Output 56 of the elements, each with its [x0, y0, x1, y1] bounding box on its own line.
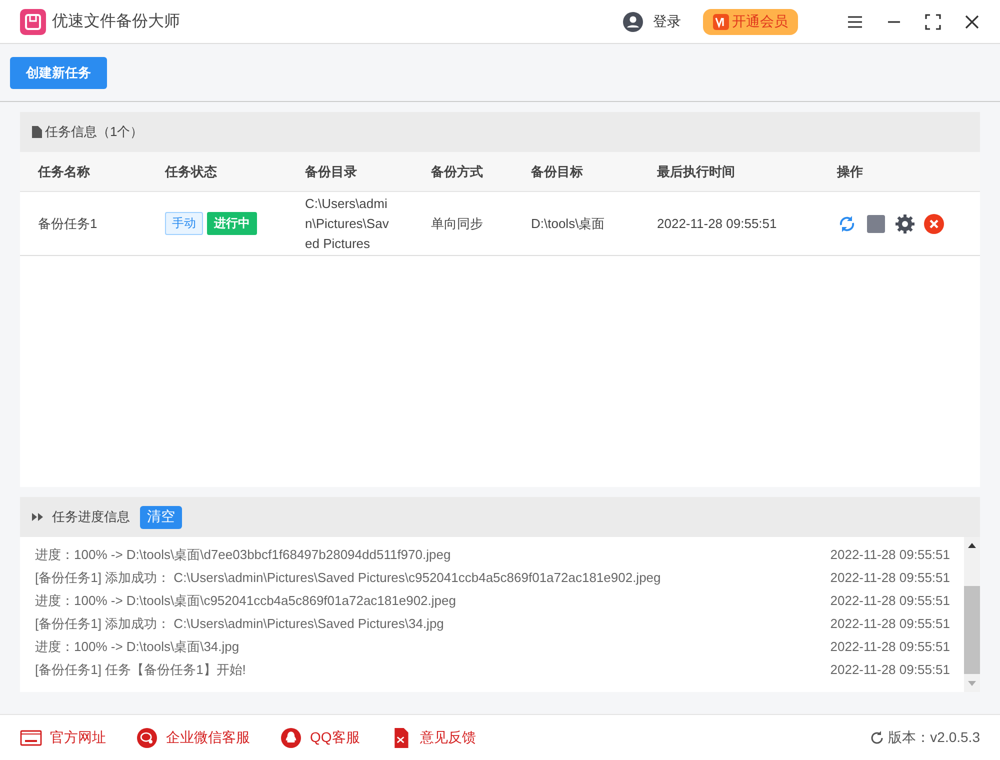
scrollbar[interactable]	[964, 537, 980, 692]
log-message: 进度：100% -> D:\tools\桌面\c952041ccb4a5c869f01a72ac181e902.jpeg	[35, 592, 456, 610]
log-message: [备份任务1] 任务【备份任务1】开始!	[35, 660, 246, 678]
mode-tag: 手动	[165, 212, 203, 235]
scrollbar-thumb[interactable]	[964, 586, 980, 674]
log-message: 进度：100% -> D:\tools\桌面\d7ee03bbcf1f68497b28094dd511f970.jpeg	[35, 546, 451, 564]
log-time: 2022-11-28 09:55:51	[830, 570, 950, 585]
chat-icon	[136, 728, 158, 748]
app-logo-icon	[20, 8, 46, 34]
table-cell-text: D:\tools\桌面	[531, 214, 606, 232]
document-icon	[32, 126, 42, 138]
panel-title: 任务进度信息	[52, 508, 130, 526]
refresh-icon[interactable]	[870, 730, 884, 744]
maximize-icon[interactable]	[925, 14, 941, 30]
column-header: 最后执行时间	[657, 162, 736, 180]
double-arrow-icon	[32, 513, 44, 521]
menu-icon[interactable]	[847, 14, 863, 30]
footer-link[interactable]: 官方网址	[20, 728, 106, 748]
clear-button[interactable]: 清空	[140, 506, 182, 528]
user-icon[interactable]	[623, 12, 643, 32]
log-time: 2022-11-28 09:55:51	[830, 593, 950, 608]
log-message: 进度：100% -> D:\tools\桌面\34.jpg	[35, 638, 240, 656]
window-title: 优速文件备份大师	[52, 12, 180, 32]
stop-icon[interactable]	[866, 214, 886, 234]
footer-link[interactable]: QQ客服	[280, 728, 360, 748]
table-cell-text: C:\Users\admin\Pictures\Saved Pictures	[305, 194, 389, 252]
log-time: 2022-11-28 09:55:51	[830, 639, 950, 654]
scroll-up-icon[interactable]	[968, 542, 976, 548]
table-cell-text: 备份任务1	[38, 214, 98, 232]
log-time: 2022-11-28 09:55:51	[830, 662, 950, 677]
panel-title: 任务信息（1个）	[45, 123, 144, 141]
log-message: [备份任务1] 添加成功： C:\Users\admin\Pictures\Saved Pictures\34.jpg	[35, 614, 444, 632]
table-cell-text: 单向同步	[431, 214, 484, 232]
settings-icon[interactable]	[895, 214, 915, 234]
log-time: 2022-11-28 09:55:51	[830, 547, 950, 562]
close-icon[interactable]	[964, 14, 980, 30]
column-header: 任务状态	[165, 162, 218, 180]
footer-link[interactable]: 企业微信客服	[136, 728, 250, 748]
column-header: 备份方式	[431, 162, 484, 180]
footer-link[interactable]: 意见反馈	[390, 728, 476, 748]
vip-icon	[713, 14, 729, 30]
log-time: 2022-11-28 09:55:51	[830, 616, 950, 631]
column-header: 备份目录	[305, 162, 358, 180]
login-link[interactable]: 登录	[653, 12, 681, 30]
column-header: 备份目标	[531, 162, 584, 180]
log-message: [备份任务1] 添加成功： C:\Users\admin\Pictures\Saved Pictures\c952041ccb4a5c869f01a72ac181e902.jpeg	[35, 568, 661, 586]
sync-icon[interactable]	[837, 214, 857, 234]
column-header: 任务名称	[38, 162, 91, 180]
delete-icon[interactable]	[924, 214, 944, 234]
create-task-button[interactable]: 创建新任务	[10, 56, 107, 88]
penguin-icon	[280, 728, 302, 748]
web-icon	[20, 728, 42, 748]
version-text: 版本：v2.0.5.3	[888, 728, 980, 746]
table-cell-text: 2022-11-28 09:55:51	[657, 216, 778, 231]
status-tag: 进行中	[207, 212, 257, 235]
column-header: 操作	[837, 162, 864, 180]
